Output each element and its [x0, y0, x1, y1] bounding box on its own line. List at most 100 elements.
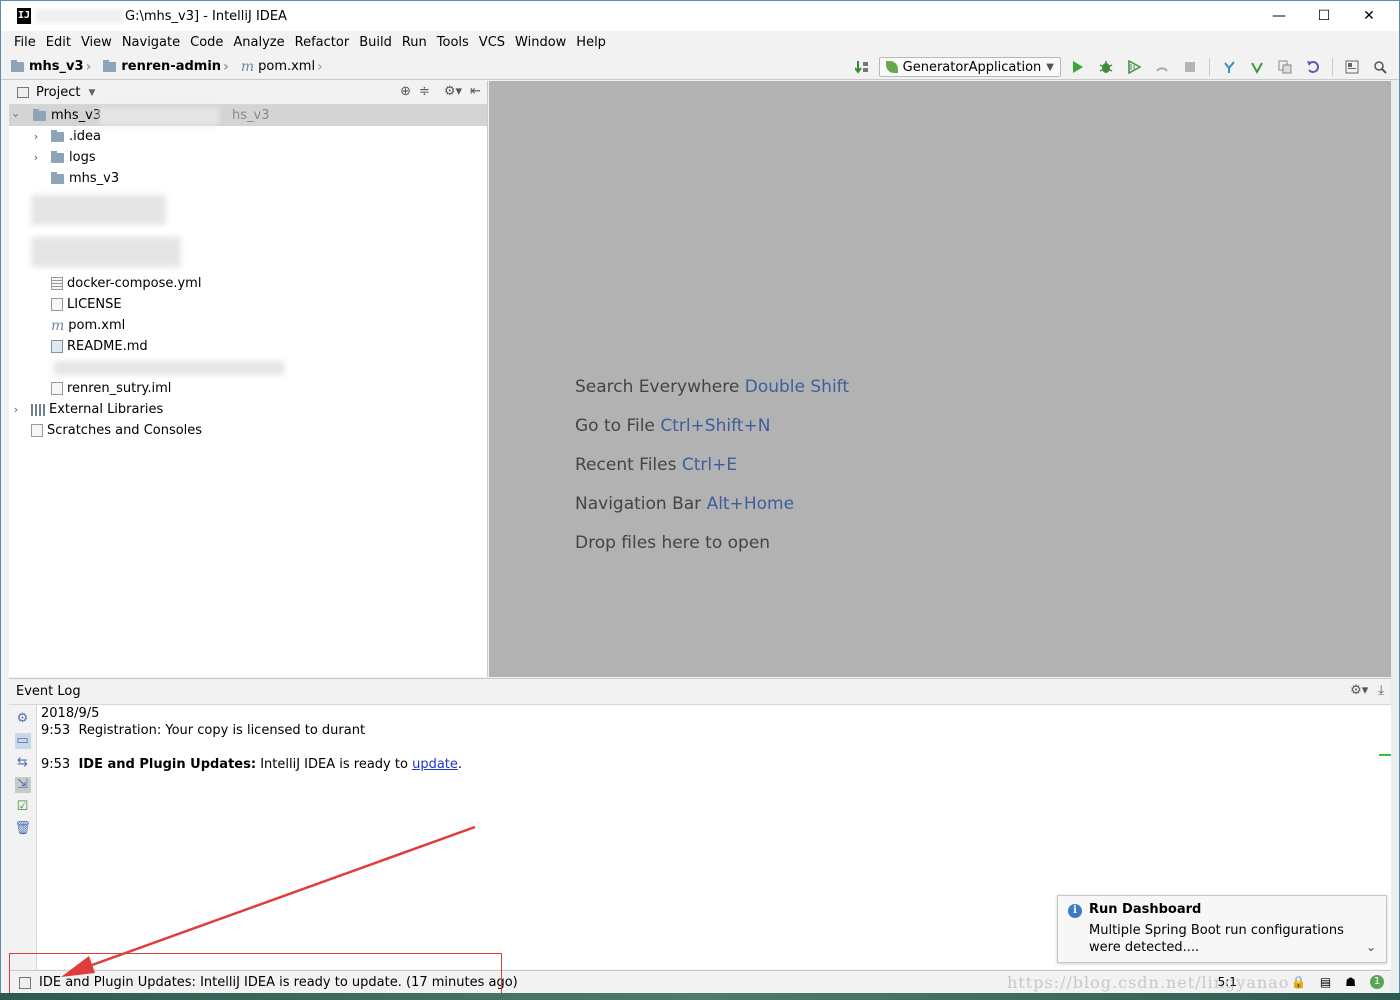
expand-arrow-icon[interactable]: › [9, 109, 23, 122]
menu-analyze[interactable]: Analyze [228, 31, 289, 54]
hint-shortcut: Ctrl+E [681, 455, 738, 475]
log-suffix: . [457, 757, 463, 772]
tree-item-file[interactable]: m pom.xml [9, 315, 487, 336]
hide-panel-icon[interactable]: ⇤ [470, 84, 481, 99]
hint-shortcut: Ctrl+Shift+N [660, 416, 771, 436]
menu-vcs[interactable]: VCS [474, 31, 510, 54]
sync-icon[interactable]: ⇆ [15, 755, 31, 771]
hint-text: Drop files here to open [575, 533, 771, 553]
menu-window[interactable]: Window [510, 31, 571, 54]
menu-view[interactable]: View [76, 31, 117, 54]
event-log-title: Event Log [16, 684, 81, 699]
window-title: G:\mhs_v3] - IntelliJ IDEA [125, 8, 287, 24]
breadcrumb-module[interactable]: renren-admin › [103, 59, 232, 75]
tree-item-file[interactable]: LICENSE [9, 294, 487, 315]
menu-refactor[interactable]: Refactor [290, 31, 355, 54]
markdown-file-icon [51, 340, 63, 353]
hint-drop-files: Drop files here to open [575, 533, 770, 553]
debug-icon[interactable] [1095, 57, 1117, 77]
tree-item-folder[interactable]: › logs [9, 147, 487, 168]
ide-window: IJ G:\mhs_v3] - IntelliJ IDEA — ☐ ✕ File… [0, 0, 1400, 1000]
vcs-commit-icon[interactable] [1246, 57, 1268, 77]
revert-icon[interactable] [1302, 57, 1324, 77]
build-icon[interactable] [851, 57, 873, 77]
maximize-button[interactable]: ☐ [1301, 1, 1347, 31]
gear-icon[interactable]: ⚙▾ [444, 84, 462, 99]
run-configuration-select[interactable]: GeneratorApplication ▼ [878, 57, 1061, 77]
folder-icon [103, 59, 117, 72]
log-entry: 9:53 Registration: Your copy is licensed… [41, 722, 462, 739]
tree-item-file[interactable]: renren_sutry.iml [9, 378, 487, 399]
tree-item-scratches[interactable]: Scratches and Consoles [9, 420, 487, 441]
toolbar-separator [1332, 58, 1333, 76]
chevron-right-icon[interactable]: › [29, 130, 43, 143]
collapse-all-icon[interactable]: ≑ [419, 84, 430, 99]
notification-body: Multiple Spring Boot run configurations … [1089, 923, 1344, 955]
menu-run[interactable]: Run [397, 31, 432, 54]
profile-icon[interactable] [1151, 57, 1173, 77]
project-structure-icon[interactable] [1341, 57, 1363, 77]
menu-code[interactable]: Code [185, 31, 228, 54]
tree-item-file[interactable]: docker-compose.yml [9, 273, 487, 294]
update-link[interactable]: update [412, 757, 458, 772]
intellij-logo-icon: IJ [17, 8, 31, 24]
redacted-rows [9, 189, 487, 273]
scroll-to-end-icon[interactable]: ⇲ [14, 777, 31, 793]
hide-panel-icon[interactable]: ⤓ [1378, 683, 1384, 698]
editor-area[interactable]: Search Everywhere Double Shift Go to Fil… [489, 81, 1399, 677]
gear-icon[interactable]: ⚙▾ [1350, 683, 1368, 698]
chevron-down-icon[interactable]: ▼ [88, 88, 95, 98]
close-button[interactable]: ✕ [1346, 1, 1392, 31]
chevron-down-icon[interactable]: ⌄ [1366, 940, 1376, 954]
vcs-update-icon[interactable] [1218, 57, 1240, 77]
tree-item-label: .idea [69, 129, 101, 144]
balloon-icon[interactable]: ▭ [14, 733, 31, 749]
breadcrumb-project[interactable]: mhs_v3 › [11, 59, 95, 75]
vcs-compare-icon[interactable] [1274, 57, 1296, 77]
menu-help[interactable]: Help [571, 31, 611, 54]
run-icon[interactable] [1067, 57, 1089, 77]
event-log-content: 2018/9/5 9:53 Registration: Your copy is… [41, 705, 462, 773]
tree-item-label: mhs_v3 [51, 108, 102, 123]
chevron-right-icon: › [317, 58, 323, 75]
chevron-right-icon[interactable]: › [29, 151, 43, 164]
tree-item-root[interactable]: › mhs_v3 hs_v3 [9, 105, 487, 126]
git-icon[interactable]: ▤ [1320, 975, 1331, 989]
lock-icon[interactable]: 🔒 [1291, 975, 1306, 989]
tree-item-folder[interactable]: › .idea [9, 126, 487, 147]
coverage-icon[interactable] [1123, 57, 1145, 77]
tree-item-libraries[interactable]: › External Libraries [9, 399, 487, 420]
locate-icon[interactable]: ⊕ [400, 84, 411, 99]
menu-tools[interactable]: Tools [432, 31, 474, 54]
redacted-row [9, 357, 487, 378]
caret-position[interactable]: 5:1 [1218, 975, 1237, 989]
project-view-selector[interactable]: Project [36, 85, 80, 100]
minimize-icon: — [1272, 8, 1286, 24]
menu-build[interactable]: Build [354, 31, 397, 54]
project-header: Project ▼ ⊕ ≑ ⚙▾ ⇤ [9, 81, 487, 105]
checkbox-icon[interactable]: ☑ [15, 799, 31, 815]
run-dashboard-notification[interactable]: i Run Dashboard Multiple Spring Boot run… [1057, 895, 1387, 963]
module-folder-icon [11, 59, 24, 72]
search-icon[interactable] [1369, 57, 1391, 77]
menu-edit[interactable]: Edit [41, 31, 76, 54]
breadcrumb-label: pom.xml [258, 59, 316, 74]
tree-item-folder[interactable]: mhs_v3 [9, 168, 487, 189]
tree-item-label: LICENSE [67, 297, 122, 312]
redacted-region [31, 237, 181, 267]
tree-item-path: hs_v3 [232, 108, 270, 123]
menu-file[interactable]: File [9, 31, 41, 54]
event-count-badge[interactable]: 1 [1370, 975, 1384, 989]
settings-icon[interactable]: ⚙ [15, 711, 31, 727]
breadcrumb-file[interactable]: m pom.xml › [241, 59, 327, 75]
tree-item-label: pom.xml [68, 318, 126, 333]
stop-icon[interactable] [1179, 57, 1201, 77]
chevron-right-icon[interactable]: › [9, 403, 23, 416]
menu-navigate[interactable]: Navigate [117, 31, 185, 54]
inspection-icon[interactable]: ☗ [1345, 975, 1356, 989]
trash-icon[interactable]: 🗑 [15, 821, 32, 837]
tree-item-label: logs [69, 150, 96, 165]
minimize-button[interactable]: — [1256, 1, 1302, 31]
menu-bar: File Edit View Navigate Code Analyze Ref… [1, 31, 1399, 54]
tree-item-file[interactable]: README.md [9, 336, 487, 357]
